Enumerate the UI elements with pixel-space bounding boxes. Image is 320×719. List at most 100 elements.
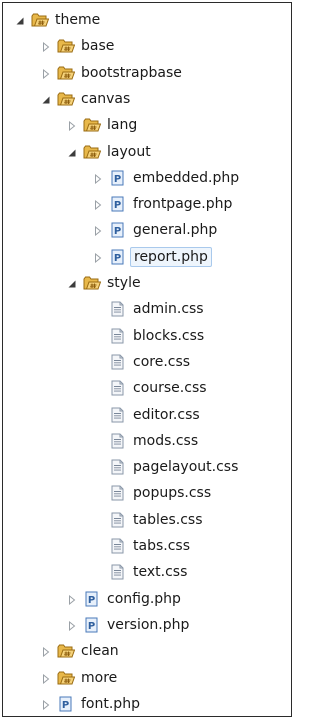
tree-item-report-php[interactable]: Preport.php (3, 244, 291, 270)
tree-item-label: frontpage.php (133, 196, 233, 213)
tree-item-label: core.css (133, 353, 191, 370)
expand-arrow-icon[interactable] (41, 646, 51, 658)
tree-item-blocks-css[interactable]: blocks.css (3, 323, 291, 349)
php-file-icon: P (109, 170, 127, 186)
tree-item-base[interactable]: base (3, 33, 291, 59)
tree-item-label: font.php (81, 695, 140, 712)
expand-arrow-icon[interactable] (41, 68, 51, 79)
folder-icon (83, 275, 102, 291)
tree-item-version-php[interactable]: Pversion.php (3, 612, 291, 638)
tree-item-label: more (81, 669, 118, 686)
tree-item-popups-css[interactable]: popups.css (3, 480, 291, 506)
tree-item-pagelayout-css[interactable]: pagelayout.css (3, 454, 291, 480)
css-file-icon (109, 407, 127, 423)
tree-item-theme[interactable]: theme (3, 7, 291, 33)
tree-item-embedded-php[interactable]: Pembedded.php (3, 165, 291, 191)
svg-text:P: P (88, 621, 95, 632)
css-file-icon (109, 512, 127, 528)
tree-item-label: theme (55, 12, 101, 28)
tree-item-label: text.css (133, 564, 188, 581)
svg-text:P: P (88, 595, 95, 606)
tree-item-label: general.php (133, 222, 218, 239)
expand-arrow-icon[interactable] (93, 225, 103, 237)
tree-item-text-css[interactable]: text.css (3, 559, 291, 585)
tree-item-label: base (81, 38, 115, 55)
folder-icon (83, 117, 102, 133)
tree-item-core-css[interactable]: core.css (3, 349, 291, 375)
svg-text:P: P (114, 174, 121, 185)
expand-arrow-icon[interactable] (93, 252, 103, 263)
folder-icon (57, 643, 76, 659)
expand-arrow-icon[interactable] (41, 673, 51, 684)
folder-icon (31, 12, 50, 28)
tree-item-label: tabs.css (133, 538, 190, 554)
tree-item-label: tables.css (133, 511, 203, 528)
collapse-arrow-icon[interactable] (15, 15, 25, 25)
tree-item-tabs-css[interactable]: tabs.css (3, 533, 291, 559)
svg-text:P: P (114, 253, 121, 264)
tree-item-clean[interactable]: clean (3, 638, 291, 664)
php-file-icon: P (109, 249, 127, 265)
tree-item-more[interactable]: more (3, 665, 291, 691)
css-file-icon (109, 538, 127, 554)
tree-item-label: bootstrapbase (81, 64, 182, 81)
expand-arrow-icon[interactable] (41, 699, 51, 710)
tree-item-layout[interactable]: layout (3, 139, 291, 165)
expand-arrow-icon[interactable] (93, 173, 103, 184)
tree-item-config-php[interactable]: Pconfig.php (3, 586, 291, 612)
svg-text:P: P (114, 200, 121, 211)
tree-item-label: clean (81, 643, 119, 660)
php-file-icon: P (83, 591, 101, 607)
tree-item-label: mods.css (133, 432, 199, 449)
tree-item-label: version.php (107, 616, 190, 633)
tree-item-admin-css[interactable]: admin.css (3, 296, 291, 322)
collapse-arrow-icon[interactable] (41, 94, 51, 104)
css-file-icon (109, 328, 127, 344)
tree-item-frontpage-php[interactable]: Pfrontpage.php (3, 191, 291, 217)
expand-arrow-icon[interactable] (67, 594, 77, 605)
tree-item-mods-css[interactable]: mods.css (3, 428, 291, 454)
expand-arrow-icon[interactable] (93, 199, 103, 211)
tree-item-label: lang (107, 117, 138, 134)
folder-icon (57, 38, 76, 54)
tree-item-tables-css[interactable]: tables.css (3, 507, 291, 533)
folder-icon (57, 670, 76, 686)
svg-text:P: P (114, 226, 121, 237)
css-file-icon (109, 564, 127, 580)
css-file-icon (109, 485, 127, 501)
tree-item-style[interactable]: style (3, 270, 291, 296)
tree-item-label: editor.css (133, 406, 200, 423)
folder-icon (57, 65, 76, 81)
tree-item-label: layout (107, 143, 151, 160)
tree-item-label: pagelayout.css (133, 459, 239, 476)
tree-item-label: canvas (81, 90, 131, 107)
svg-text:P: P (62, 700, 69, 711)
css-file-icon (109, 459, 127, 475)
css-file-icon (109, 380, 127, 396)
tree-item-canvas[interactable]: canvas (3, 86, 291, 112)
tree-item-lang[interactable]: lang (3, 112, 291, 138)
tree-item-label: admin.css (133, 301, 204, 318)
expand-arrow-icon[interactable] (67, 620, 77, 631)
php-file-icon: P (109, 222, 127, 238)
tree-item-general-php[interactable]: Pgeneral.php (3, 217, 291, 243)
tree-item-bootstrapbase[interactable]: bootstrapbase (3, 60, 291, 86)
tree-item-label: blocks.css (133, 327, 205, 344)
tree-item-course-css[interactable]: course.css (3, 375, 291, 401)
tree-item-font-php[interactable]: Pfont.php (3, 691, 291, 716)
css-file-icon (109, 354, 127, 370)
tree-item-editor-css[interactable]: editor.css (3, 402, 291, 428)
php-file-icon: P (83, 617, 101, 633)
collapse-arrow-icon[interactable] (67, 278, 77, 288)
tree-item-label: course.css (133, 380, 207, 397)
expand-arrow-icon[interactable] (41, 41, 51, 53)
css-file-icon (109, 301, 127, 317)
tree-item-label: style (107, 275, 141, 291)
tree-item-label: embedded.php (133, 169, 240, 186)
folder-icon (83, 144, 102, 160)
project-explorer-panel: theme base bootstrapbase canvas lang layout Pe… (2, 2, 292, 717)
php-file-icon: P (57, 696, 75, 712)
expand-arrow-icon[interactable] (67, 120, 77, 132)
collapse-arrow-icon[interactable] (67, 147, 77, 157)
tree-item-label: config.php (107, 590, 181, 607)
